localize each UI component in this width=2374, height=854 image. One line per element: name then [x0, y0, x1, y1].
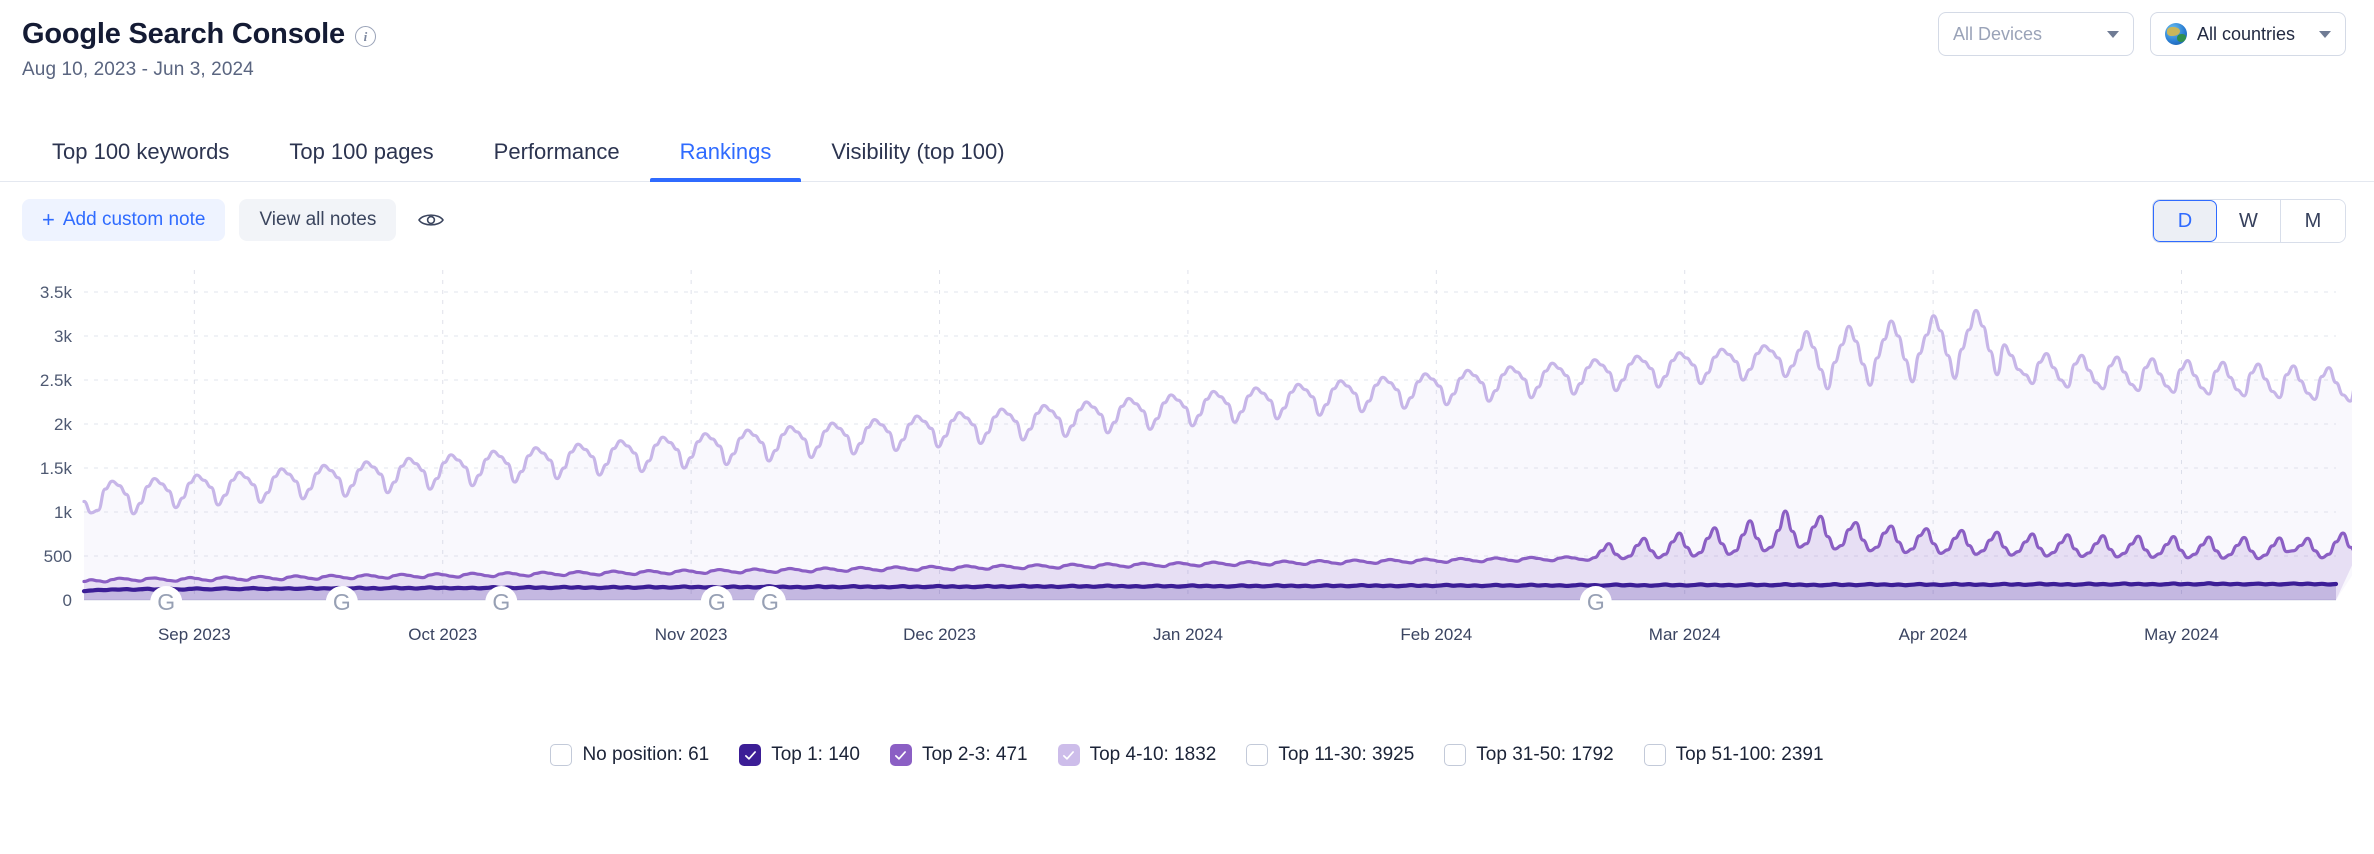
info-icon[interactable]: i — [354, 26, 376, 47]
legend-checkbox-top-1[interactable] — [739, 744, 762, 766]
period-button-d[interactable]: D — [2153, 200, 2217, 242]
legend-checkbox-top-2-3[interactable] — [889, 744, 912, 766]
x-axis-tick-label: Nov 2023 — [655, 625, 728, 644]
y-axis-tick-label: 1k — [54, 503, 72, 522]
rankings-chart-svg[interactable]: 0 500 1k 1.5k 2k 2.5k 3k 3.5k Sep 2023 Oct 2023 No… — [22, 258, 2352, 678]
tab-bar: Top 100 keywords Top 100 pages Performan… — [0, 120, 2374, 182]
legend-label-top-2-3: Top 2-3: 471 — [921, 744, 1028, 765]
device-filter-select[interactable]: All Devices — [1938, 12, 2134, 56]
legend-item-top-51-100[interactable]: Top 51-100: 2391 — [1643, 744, 1824, 766]
date-range: Aug 10, 2023 - Jun 3, 2024 — [22, 59, 254, 80]
y-axis-tick-label: 500 — [44, 547, 72, 566]
period-toggle: D W M — [2152, 199, 2346, 243]
eye-icon[interactable] — [414, 203, 448, 237]
legend-item-top-31-50[interactable]: Top 31-50: 1792 — [1444, 744, 1614, 766]
device-filter-value: All Devices — [1953, 23, 2043, 44]
google-update-marker-label: G — [761, 589, 779, 615]
legend-label-top-4-10: Top 4-10: 1832 — [1089, 744, 1217, 765]
google-update-marker-label: G — [492, 589, 510, 615]
legend-item-top-1[interactable]: Top 1: 140 — [739, 744, 860, 766]
rankings-chart[interactable]: 0 500 1k 1.5k 2k 2.5k 3k 3.5k Sep 2023 Oct 2023 No… — [0, 258, 2374, 738]
tab-performance[interactable]: Performance — [464, 139, 650, 181]
add-custom-note-label: Add custom note — [62, 209, 206, 230]
legend-item-top-4-10[interactable]: Top 4-10: 1832 — [1057, 744, 1217, 766]
legend-label-no-position: No position: 61 — [582, 744, 710, 765]
legend-checkbox-top-51-100[interactable] — [1643, 744, 1666, 766]
globe-icon — [2165, 23, 2187, 45]
chevron-down-icon — [2319, 30, 2331, 38]
legend-item-top-11-30[interactable]: Top 11-30: 3925 — [1246, 744, 1414, 766]
y-axis-tick-label: 3k — [54, 327, 72, 346]
plus-icon: + — [42, 207, 55, 232]
google-update-marker[interactable]: G — [325, 586, 358, 618]
legend-item-no-position[interactable]: No position: 61 — [550, 744, 709, 766]
x-axis-tick-label: Sep 2023 — [158, 625, 231, 644]
page-title: Google Search Console — [22, 18, 345, 50]
legend-checkbox-no-position[interactable] — [550, 744, 573, 766]
tab-top-100-pages[interactable]: Top 100 pages — [259, 139, 463, 181]
chevron-down-icon — [2107, 30, 2119, 38]
period-button-m[interactable]: M — [2281, 200, 2345, 242]
tab-top-100-keywords[interactable]: Top 100 keywords — [22, 139, 259, 181]
country-filter-value: All countries — [2197, 23, 2296, 44]
legend-label-top-1: Top 1: 140 — [771, 744, 860, 765]
y-axis-tick-label: 3.5k — [40, 283, 73, 302]
google-update-marker[interactable]: G — [485, 586, 518, 618]
chart-legend: No position: 61 Top 1: 140 Top 2-3: 471 … — [0, 744, 2374, 766]
legend-label-top-11-30: Top 11-30: 3925 — [1278, 744, 1415, 765]
legend-checkbox-top-31-50[interactable] — [1444, 744, 1467, 766]
y-axis-tick-label: 0 — [63, 591, 72, 610]
period-button-w[interactable]: W — [2217, 200, 2281, 242]
tab-rankings[interactable]: Rankings — [649, 139, 802, 182]
legend-label-top-51-100: Top 51-100: 2391 — [1675, 744, 1824, 765]
x-axis-tick-label: Oct 2023 — [408, 625, 477, 644]
x-axis-tick-label: Apr 2024 — [1899, 625, 1968, 644]
x-axis-tick-label: Dec 2023 — [903, 625, 976, 644]
google-update-marker-label: G — [157, 589, 175, 615]
x-axis-tick-label: Mar 2024 — [1649, 625, 1721, 644]
google-update-marker-label: G — [1587, 589, 1605, 615]
y-axis-tick-label: 2.5k — [40, 371, 73, 390]
legend-label-top-31-50: Top 31-50: 1792 — [1476, 744, 1614, 765]
tab-visibility[interactable]: Visibility (top 100) — [801, 139, 1034, 181]
google-update-marker[interactable]: G — [150, 586, 183, 618]
google-update-marker[interactable]: G — [753, 586, 786, 618]
y-axis-tick-label: 1.5k — [40, 459, 73, 478]
legend-checkbox-top-4-10[interactable] — [1057, 744, 1080, 766]
view-all-notes-label: View all notes — [259, 209, 377, 230]
country-filter-select[interactable]: All countries — [2150, 12, 2346, 56]
chart-toolbar: + Add custom note View all notes D W M — [0, 182, 2374, 258]
x-axis-tick-label: Feb 2024 — [1400, 625, 1472, 644]
header-controls: All Devices All countries — [1938, 12, 2346, 56]
google-update-marker[interactable]: G — [700, 586, 733, 618]
google-update-marker-label: G — [333, 589, 351, 615]
page-header: Google Search Console i Aug 10, 2023 - J… — [0, 0, 2374, 120]
google-update-marker[interactable]: G — [1579, 586, 1612, 618]
legend-item-top-2-3[interactable]: Top 2-3: 471 — [889, 744, 1028, 766]
add-custom-note-button[interactable]: + Add custom note — [22, 199, 226, 241]
view-all-notes-button[interactable]: View all notes — [239, 199, 397, 241]
y-axis-tick-label: 2k — [54, 415, 72, 434]
legend-checkbox-top-11-30[interactable] — [1246, 744, 1269, 766]
x-axis-tick-label: May 2024 — [2144, 625, 2219, 644]
google-update-marker-label: G — [708, 589, 726, 615]
x-axis-tick-label: Jan 2024 — [1153, 625, 1223, 644]
